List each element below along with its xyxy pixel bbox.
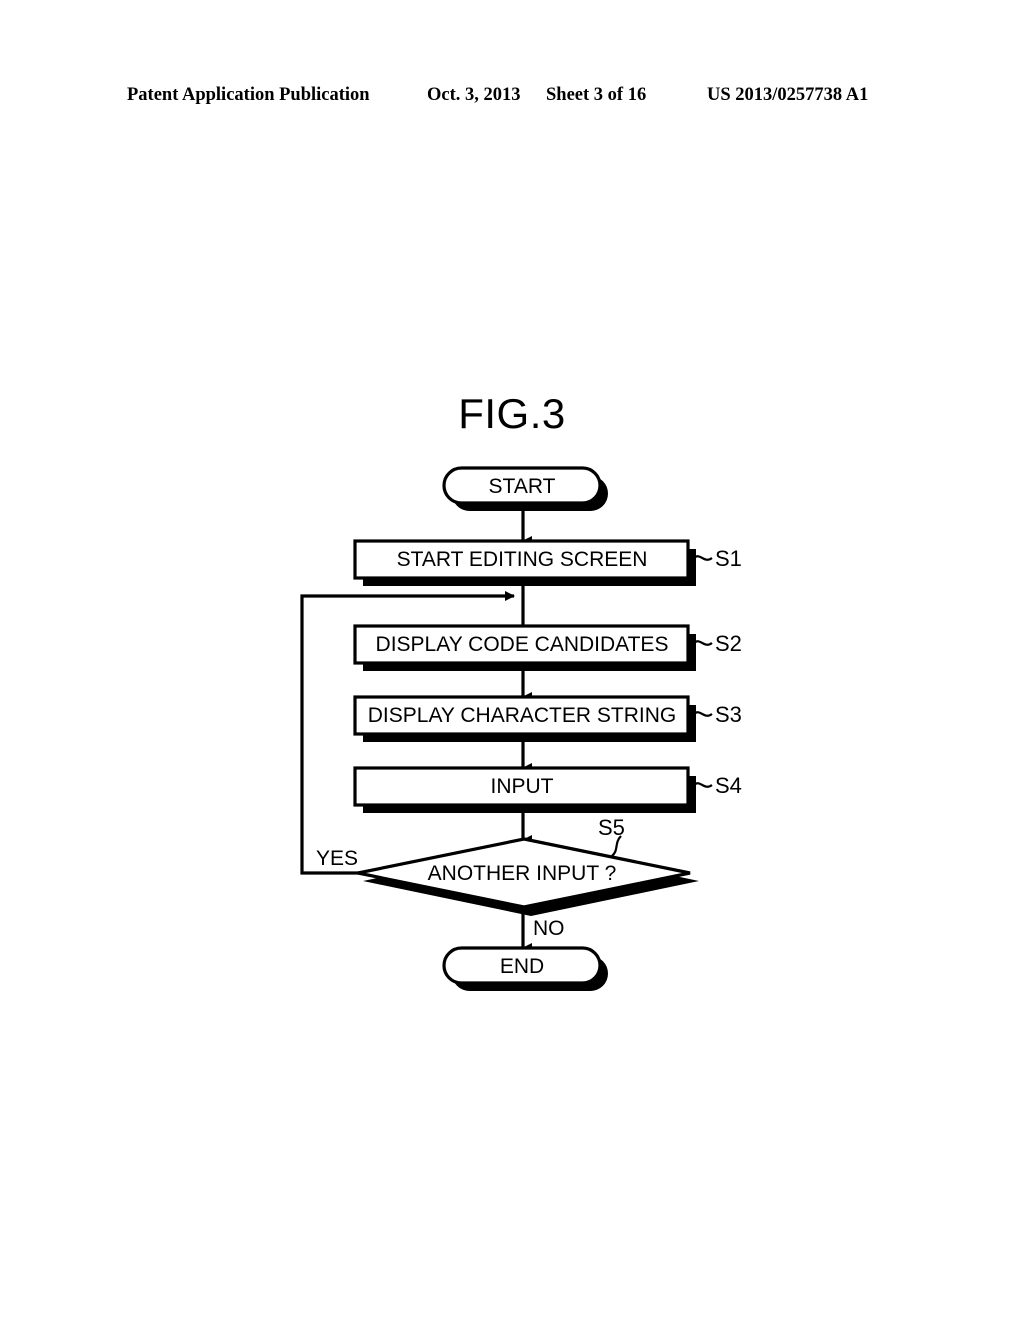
node-s2-label: DISPLAY CODE CANDIDATES	[376, 633, 669, 656]
step-marker-s3-label: S3	[715, 702, 742, 727]
node-s4-label: INPUT	[491, 775, 554, 798]
step-marker-s5-label: S5	[598, 815, 625, 840]
node-s3-label: DISPLAY CHARACTER STRING	[368, 704, 676, 727]
step-marker-s1-label: S1	[715, 546, 742, 571]
branch-label-yes: YES	[316, 847, 358, 870]
step-marker-s4-label: S4	[715, 773, 742, 798]
node-s2: DISPLAY CODE CANDIDATES	[353, 624, 696, 671]
node-s1: START EDITING SCREEN	[353, 539, 696, 586]
node-s5: ANOTHER INPUT ?	[357, 837, 699, 916]
branch-label-no: NO	[533, 917, 565, 940]
step-marker-s5: S5	[598, 815, 625, 857]
node-s1-label: START EDITING SCREEN	[397, 548, 648, 571]
node-s3: DISPLAY CHARACTER STRING	[353, 695, 696, 742]
node-start-label: START	[489, 475, 556, 498]
step-marker-s2-leader	[693, 640, 713, 646]
flowchart-diagram: START START EDITING SCREEN S1 YES DISPLA…	[300, 466, 742, 991]
node-end-label: END	[500, 955, 544, 978]
node-s5-label: ANOTHER INPUT ?	[428, 862, 617, 885]
node-end: END	[442, 946, 608, 991]
step-marker-s2-label: S2	[715, 631, 742, 656]
node-s4: INPUT	[353, 766, 696, 813]
step-marker-s1: S1	[693, 546, 742, 571]
node-start: START	[442, 466, 608, 511]
step-marker-s3: S3	[693, 702, 742, 727]
step-marker-s3-leader	[693, 711, 713, 717]
figure-container: FIG.3 START START EDITING SCREEN S1 YES …	[0, 0, 1024, 1320]
step-marker-s1-leader	[693, 555, 713, 561]
step-marker-s4-leader	[693, 782, 713, 788]
step-marker-s4: S4	[693, 773, 742, 798]
step-marker-s2: S2	[693, 631, 742, 656]
